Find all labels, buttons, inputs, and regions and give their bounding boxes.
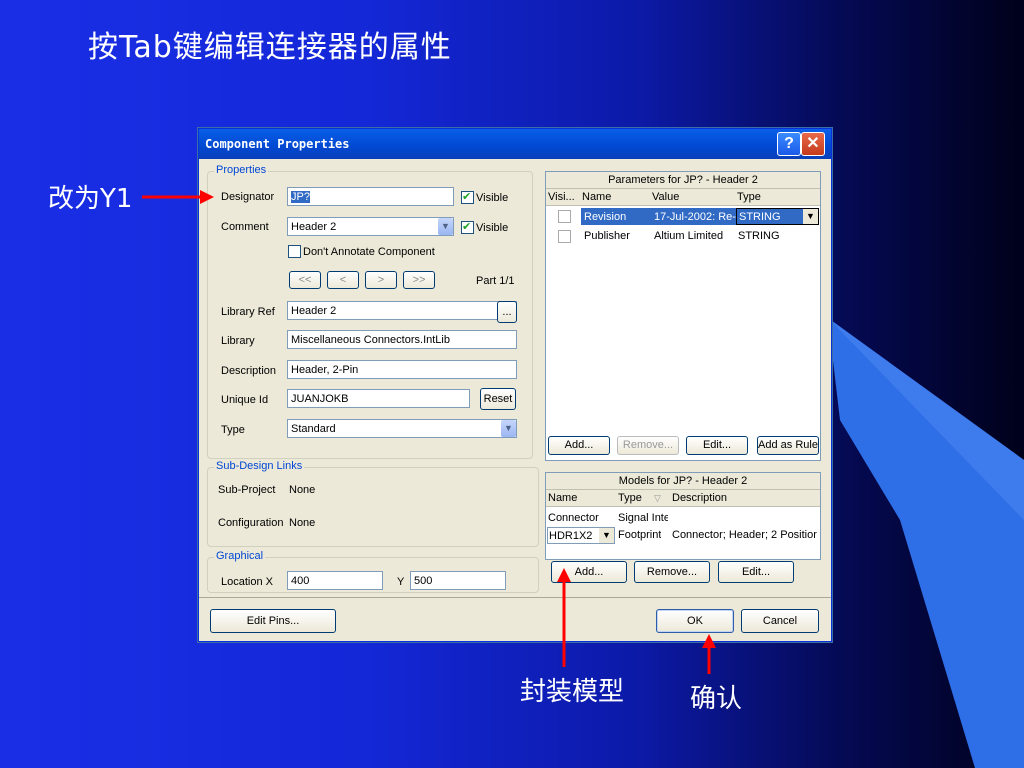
arrow-to-ok	[702, 634, 716, 674]
arrow-to-designator	[142, 190, 214, 204]
annotation-arrows	[142, 190, 716, 674]
arrow-to-footprint	[557, 568, 571, 667]
